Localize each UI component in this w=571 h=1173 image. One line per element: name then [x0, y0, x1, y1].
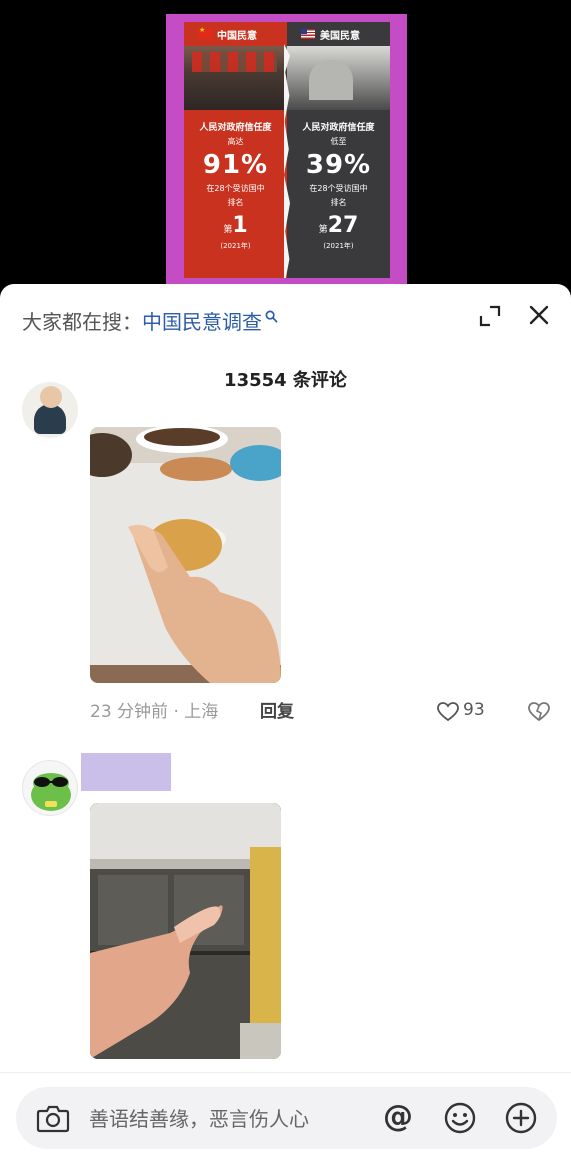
poster-china-header: 中国民意	[184, 22, 287, 46]
suggested-search-link[interactable]: 中国民意调查	[142, 306, 262, 335]
poster-us-percent: 39%	[305, 150, 372, 180]
comment-sheet: 大家都在搜： 中国民意调查 13554 条评论 23 分钟前 · 上海 回复 9…	[0, 284, 571, 1173]
poster-us-line: 在28个受访国中	[309, 184, 368, 193]
comment-count: 13554 条评论	[224, 370, 347, 391]
suggested-search-prefix: 大家都在搜：	[22, 310, 142, 334]
crocodile-avatar-icon	[31, 773, 71, 811]
comment-time-location: 23 分钟前 · 上海	[90, 702, 219, 722]
poster-us-panel: 美国民意 人民对政府信任度 低至 39% 在28个受访国中 排名 第27 (20…	[287, 22, 390, 278]
poster-china-qualifier: 高达	[227, 137, 244, 146]
poster-us-header-label: 美国民意	[320, 30, 360, 42]
poster-china-rank-number: 1	[232, 213, 248, 238]
username-redacted	[81, 753, 171, 791]
close-icon[interactable]	[526, 302, 552, 328]
china-flag-icon	[198, 26, 212, 39]
mention-icon[interactable]: @	[381, 1099, 415, 1135]
comment-input-bar: 善语结善缘，恶言伤人心 @	[0, 1072, 571, 1173]
reply-button[interactable]: 回复	[260, 697, 294, 722]
avatar[interactable]	[22, 382, 78, 438]
poster-us-rank: 第27	[287, 213, 390, 238]
poster-china-percent: 91%	[202, 150, 269, 180]
poster-us-stats: 人民对政府信任度 低至 39% 在28个受访国中 排名 第27 (2021年)	[287, 110, 390, 251]
poster-china-line2: 排名	[227, 198, 244, 207]
poster-china-rank: 第1	[184, 213, 287, 238]
avatar-face	[40, 386, 62, 408]
poster-china-title: 人民对政府信任度	[199, 123, 272, 133]
poster-us-qualifier: 低至	[330, 137, 347, 146]
us-flag-icon	[301, 29, 315, 39]
emoji-icon[interactable]	[443, 1101, 477, 1135]
poster-us-year: (2021年)	[323, 242, 354, 250]
poster-china-stats: 人民对政府信任度 高达 91% 在28个受访国中 排名 第1 (2021年)	[184, 110, 287, 251]
comment-input[interactable]: 善语结善缘，恶言伤人心 @	[16, 1087, 557, 1149]
poster-china-panel: 中国民意 人民对政府信任度 高达 91% 在28个受访国中 排名 第1 (202…	[184, 22, 287, 278]
comment-input-placeholder: 善语结善缘，恶言伤人心	[89, 1107, 309, 1131]
poster-china-line: 在28个受访国中	[206, 184, 265, 193]
suggested-search[interactable]: 大家都在搜： 中国民意调查	[22, 306, 278, 335]
search-icon	[265, 310, 278, 323]
avatar-figure	[34, 404, 66, 434]
heart-icon[interactable]	[437, 702, 459, 722]
expand-icon[interactable]	[478, 304, 502, 328]
video-area[interactable]: 中国民意 人民对政府信任度 高达 91% 在28个受访国中 排名 第1 (202…	[0, 0, 571, 300]
poster-content: 中国民意 人民对政府信任度 高达 91% 在28个受访国中 排名 第1 (202…	[184, 22, 390, 278]
like-count: 93	[463, 700, 485, 720]
poster-china-year: (2021年)	[220, 242, 251, 250]
add-icon[interactable]	[504, 1101, 538, 1135]
avatar[interactable]	[22, 760, 78, 816]
poster-us-rank-prefix: 第	[318, 225, 328, 235]
us-capitol-photo	[287, 46, 390, 110]
poster-us-rank-number: 27	[327, 213, 359, 238]
comment-image[interactable]	[90, 803, 281, 1059]
video-poster: 中国民意 人民对政府信任度 高达 91% 在28个受访国中 排名 第1 (202…	[166, 14, 407, 286]
poster-china-rank-prefix: 第	[223, 225, 233, 235]
poster-us-line2: 排名	[330, 198, 347, 207]
poster-china-header-label: 中国民意	[217, 30, 257, 42]
china-crowd-photo	[184, 46, 287, 110]
comment-image[interactable]	[90, 427, 281, 683]
camera-icon[interactable]	[36, 1102, 70, 1134]
broken-heart-icon[interactable]	[528, 702, 550, 722]
poster-us-header: 美国民意	[287, 22, 390, 46]
poster-us-title: 人民对政府信任度	[302, 123, 375, 133]
